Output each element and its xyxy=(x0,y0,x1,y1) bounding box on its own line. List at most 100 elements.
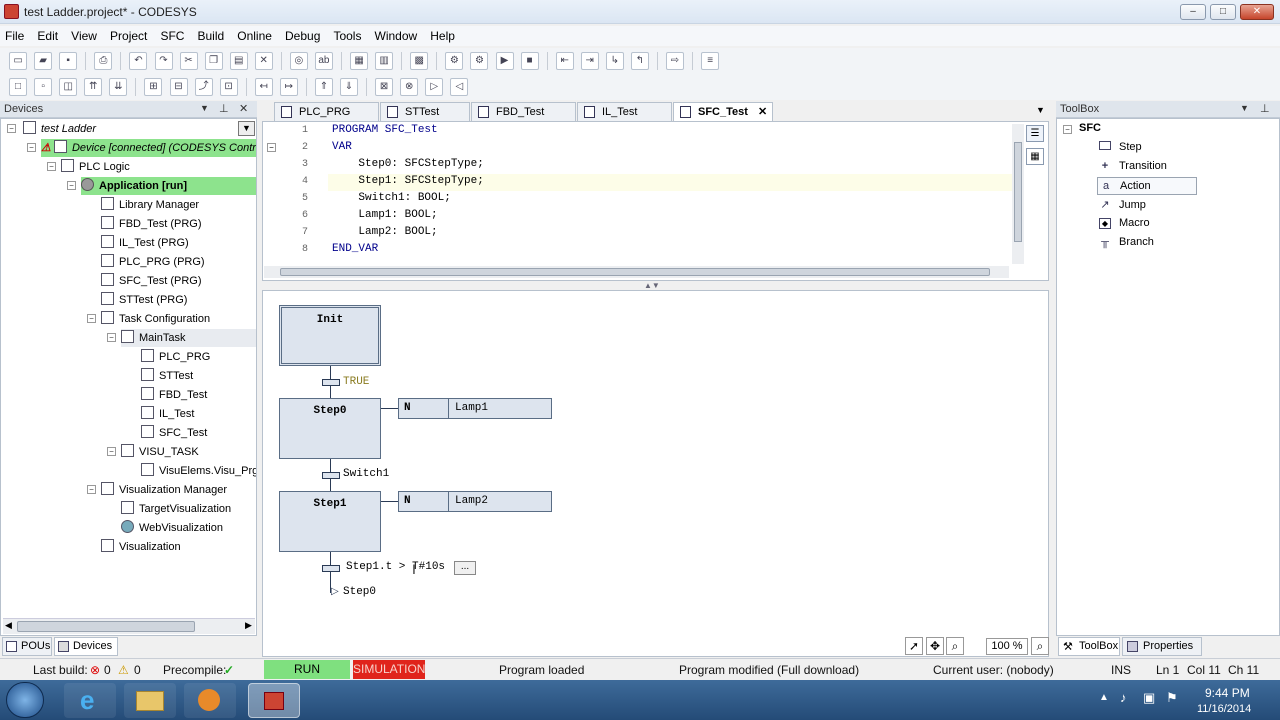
zoom-level[interactable]: 100 % xyxy=(986,638,1028,655)
declaration-horizontal-scrollbar[interactable] xyxy=(264,266,1009,278)
pin-icon[interactable]: ⊥ xyxy=(1260,102,1270,115)
stop-icon[interactable]: ■ xyxy=(520,52,539,70)
tree-horizontal-scrollbar[interactable]: ◀ ▶ xyxy=(3,618,255,634)
zoom-fit-icon[interactable]: ⌕ xyxy=(1031,637,1049,655)
tab-fbd-test[interactable]: FBD_Test xyxy=(471,102,576,121)
select-all-icon[interactable]: ▦ xyxy=(350,52,369,70)
step-out-icon[interactable]: ↰ xyxy=(630,52,649,70)
collapse-icon[interactable]: − xyxy=(87,314,96,323)
maximize-button[interactable]: □ xyxy=(1210,4,1236,20)
tab-devices[interactable]: Devices xyxy=(54,637,118,656)
sfc-init-step[interactable]: Init xyxy=(279,305,381,366)
menu-file[interactable]: File xyxy=(0,26,29,43)
media-player-icon[interactable] xyxy=(184,683,236,718)
cut-icon[interactable]: ✂ xyxy=(179,52,198,70)
zoom-into-macro-icon[interactable]: ⊠ xyxy=(375,78,394,96)
menu-view[interactable]: View xyxy=(66,26,102,43)
tree-target-visu[interactable]: TargetVisualization xyxy=(121,500,231,518)
insert-branch-right-icon[interactable]: ⇊ xyxy=(109,78,128,96)
show-next-icon[interactable]: ⇨ xyxy=(666,52,684,70)
print-icon[interactable]: ⎙ xyxy=(94,52,113,70)
scrollbar-thumb[interactable] xyxy=(280,268,990,276)
action-name[interactable]: Lamp2 xyxy=(448,491,552,512)
insert-action-after-icon[interactable]: ⊟ xyxy=(169,78,188,96)
insert-step-after-icon[interactable]: ▫ xyxy=(34,78,53,96)
login-icon[interactable]: ⚙ xyxy=(445,52,464,70)
go-next-icon[interactable]: ▷ xyxy=(425,78,444,96)
clock-time[interactable]: 9:44 PM xyxy=(1205,686,1250,700)
save-icon[interactable]: ▪ xyxy=(59,52,78,70)
tree-fbd-test[interactable]: FBD_Test (PRG) xyxy=(101,215,202,233)
input-assistant-button[interactable]: ... xyxy=(454,561,476,575)
tab-sttest[interactable]: STTest xyxy=(380,102,470,121)
tree-device[interactable]: ⚠ Device [connected] (CODESYS Contr xyxy=(41,139,256,157)
tree-library-manager[interactable]: Library Manager xyxy=(101,196,199,214)
entry-action-icon[interactable]: ↤ xyxy=(254,78,273,96)
tree-maintask[interactable]: MainTask xyxy=(121,329,256,347)
menu-sfc[interactable]: SFC xyxy=(155,26,189,43)
zoom-out-macro-icon[interactable]: ⊗ xyxy=(400,78,419,96)
transition-condition[interactable]: TRUE xyxy=(343,376,369,388)
pan-icon[interactable]: ✥ xyxy=(926,637,944,655)
tab-plc-prg[interactable]: PLC_PRG xyxy=(274,102,379,121)
tree-task-sfc-test[interactable]: SFC_Test xyxy=(141,424,207,442)
insert-step-icon[interactable]: □ xyxy=(9,78,28,96)
start-icon[interactable]: ▶ xyxy=(495,52,514,70)
transition-condition[interactable]: Switch1 xyxy=(343,468,389,480)
collapse-icon[interactable]: − xyxy=(107,333,116,342)
splitter-icon[interactable]: ▲▼ xyxy=(644,281,660,290)
internet-explorer-icon[interactable]: e xyxy=(64,683,116,718)
toolbox-item-step[interactable]: Step xyxy=(1099,141,1142,153)
go-back-icon[interactable]: ◁ xyxy=(450,78,469,96)
zoom-icon[interactable]: ⌕ xyxy=(946,637,964,655)
action-center-icon[interactable]: ⚑ xyxy=(1166,690,1178,706)
tree-il-test[interactable]: IL_Test (PRG) xyxy=(101,234,189,252)
start-button[interactable] xyxy=(6,682,44,718)
transition-condition-input[interactable]: Step1.t > T#10s xyxy=(346,561,446,573)
sfc-step1[interactable]: Step1 xyxy=(279,491,381,552)
step-into-icon[interactable]: ↳ xyxy=(605,52,624,70)
panel-menu-icon[interactable]: ▼ xyxy=(200,103,209,113)
tab-close-icon[interactable]: ✕ xyxy=(758,103,767,121)
tab-pous[interactable]: POUs xyxy=(2,637,52,656)
insert-action-icon[interactable]: ⊞ xyxy=(144,78,163,96)
menu-project[interactable]: Project xyxy=(105,26,152,43)
panel-close-icon[interactable]: ✕ xyxy=(239,102,248,115)
breakpoint-icon[interactable]: ⇤ xyxy=(555,52,574,70)
tree-plc-logic[interactable]: PLC Logic xyxy=(61,158,130,176)
replace-icon[interactable]: ab xyxy=(314,52,333,70)
jump-target[interactable]: Step0 xyxy=(343,586,376,598)
new-file-icon[interactable]: ▭ xyxy=(9,52,28,70)
scroll-right-icon[interactable]: ▶ xyxy=(245,620,252,631)
sfc-step0[interactable]: Step0 xyxy=(279,398,381,459)
delete-icon[interactable]: ✕ xyxy=(254,52,273,70)
tree-task-sttest[interactable]: STTest xyxy=(141,367,193,385)
menu-online[interactable]: Online xyxy=(232,26,277,43)
open-folder-icon[interactable]: ▰ xyxy=(34,52,53,70)
alternative-icon[interactable]: ⇓ xyxy=(340,78,358,96)
textual-view-icon[interactable]: ☰ xyxy=(1026,125,1044,142)
insert-macro-icon[interactable]: ⊡ xyxy=(219,78,238,96)
copy-icon[interactable]: ❐ xyxy=(204,52,223,70)
action-name[interactable]: Lamp1 xyxy=(448,398,552,419)
clock-date[interactable]: 11/16/2014 xyxy=(1197,703,1251,715)
action-qualifier[interactable]: N xyxy=(398,491,449,512)
collapse-icon[interactable]: − xyxy=(1063,125,1072,134)
tab-il-test[interactable]: IL_Test xyxy=(577,102,672,121)
tree-web-visu[interactable]: WebVisualization xyxy=(121,519,223,537)
minimize-button[interactable]: – xyxy=(1180,4,1206,20)
panel-menu-icon[interactable]: ▼ xyxy=(1240,103,1249,113)
redo-icon[interactable]: ↷ xyxy=(154,52,173,70)
tree-task-il-test[interactable]: IL_Test xyxy=(141,405,194,423)
paste-icon[interactable]: ▤ xyxy=(229,52,248,70)
tree-plc-prg[interactable]: PLC_PRG (PRG) xyxy=(101,253,205,271)
insert-alt-branch-icon[interactable]: ◫ xyxy=(59,78,78,96)
tab-sfc-test[interactable]: SFC_Test ✕ xyxy=(673,102,773,121)
tree-visualization[interactable]: Visualization xyxy=(101,538,181,556)
pointer-icon[interactable]: ➚ xyxy=(905,637,923,655)
tree-task-configuration[interactable]: Task Configuration xyxy=(101,310,210,328)
insert-parallel-branch-icon[interactable]: ⇈ xyxy=(84,78,103,96)
collapse-icon[interactable]: − xyxy=(67,181,76,190)
fold-icon[interactable]: − xyxy=(267,143,276,152)
menu-tools[interactable]: Tools xyxy=(328,26,366,43)
